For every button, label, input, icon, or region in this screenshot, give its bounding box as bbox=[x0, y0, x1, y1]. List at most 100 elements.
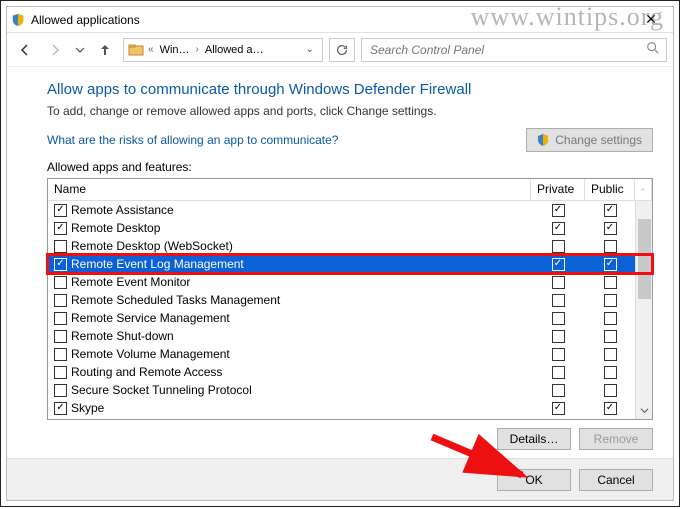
allowed-apps-list: Name Private Public Remote Assistance Rem… bbox=[47, 178, 653, 420]
list-item[interactable]: Secure Socket Tunneling Protocol bbox=[48, 381, 652, 399]
list-item[interactable]: Remote Shut-down bbox=[48, 327, 652, 345]
enable-checkbox[interactable] bbox=[54, 384, 67, 397]
public-checkbox[interactable] bbox=[604, 384, 617, 397]
list-label: Allowed apps and features: bbox=[47, 160, 653, 174]
content-area: Allow apps to communicate through Window… bbox=[7, 67, 673, 450]
scroll-down-arrow[interactable] bbox=[636, 402, 653, 419]
forward-button[interactable] bbox=[43, 38, 67, 62]
list-item[interactable]: Remote Event Log Management bbox=[48, 255, 652, 273]
public-checkbox[interactable] bbox=[604, 276, 617, 289]
titlebar: Allowed applications ✕ bbox=[7, 7, 673, 33]
up-button[interactable] bbox=[93, 38, 117, 62]
private-checkbox[interactable] bbox=[552, 276, 565, 289]
change-settings-button[interactable]: Change settings bbox=[526, 128, 653, 152]
enable-checkbox[interactable] bbox=[54, 348, 67, 361]
address-dropdown[interactable]: ⌄ bbox=[302, 44, 318, 55]
address-bar[interactable]: « Win… › Allowed a… ⌄ bbox=[123, 38, 323, 62]
public-checkbox[interactable] bbox=[604, 204, 617, 217]
scroll-up-arrow[interactable] bbox=[635, 179, 652, 200]
enable-checkbox[interactable] bbox=[54, 240, 67, 253]
app-name: Remote Volume Management bbox=[71, 347, 230, 361]
public-checkbox[interactable] bbox=[604, 330, 617, 343]
list-item[interactable]: Remote Volume Management bbox=[48, 345, 652, 363]
page-heading: Allow apps to communicate through Window… bbox=[47, 81, 653, 98]
window-allowed-applications: Allowed applications ✕ « Win… › Allowed … bbox=[6, 6, 674, 501]
app-name: Remote Desktop bbox=[71, 221, 160, 235]
public-checkbox[interactable] bbox=[604, 312, 617, 325]
shield-icon bbox=[537, 134, 549, 146]
enable-checkbox[interactable] bbox=[54, 312, 67, 325]
chevron-right-icon: › bbox=[196, 44, 199, 55]
app-name: Secure Socket Tunneling Protocol bbox=[71, 383, 252, 397]
private-checkbox[interactable] bbox=[552, 366, 565, 379]
public-checkbox[interactable] bbox=[604, 348, 617, 361]
column-public[interactable]: Public bbox=[585, 179, 635, 200]
private-checkbox[interactable] bbox=[552, 204, 565, 217]
enable-checkbox[interactable] bbox=[54, 204, 67, 217]
scrollbar-thumb[interactable] bbox=[638, 219, 651, 299]
breadcrumb-level1[interactable]: Win… bbox=[158, 44, 192, 56]
private-checkbox[interactable] bbox=[552, 222, 565, 235]
app-name: Skype bbox=[71, 401, 104, 415]
private-checkbox[interactable] bbox=[552, 312, 565, 325]
enable-checkbox[interactable] bbox=[54, 366, 67, 379]
list-header: Name Private Public bbox=[48, 179, 652, 201]
column-name[interactable]: Name bbox=[48, 179, 531, 200]
column-private[interactable]: Private bbox=[531, 179, 585, 200]
recent-locations-dropdown[interactable] bbox=[73, 38, 87, 62]
search-icon[interactable] bbox=[646, 41, 660, 58]
list-item[interactable]: Remote Service Management bbox=[48, 309, 652, 327]
list-item[interactable]: Remote Desktop (WebSocket) bbox=[48, 237, 652, 255]
list-item[interactable]: Routing and Remote Access bbox=[48, 363, 652, 381]
enable-checkbox[interactable] bbox=[54, 276, 67, 289]
shield-icon bbox=[11, 13, 25, 27]
search-input[interactable] bbox=[368, 42, 646, 58]
cancel-button[interactable]: Cancel bbox=[579, 469, 653, 491]
change-settings-label: Change settings bbox=[555, 133, 642, 147]
list-item[interactable]: Skype bbox=[48, 399, 652, 417]
public-checkbox[interactable] bbox=[604, 402, 617, 415]
app-name: Remote Assistance bbox=[71, 203, 174, 217]
app-name: Remote Event Log Management bbox=[71, 257, 244, 271]
enable-checkbox[interactable] bbox=[54, 294, 67, 307]
remove-button[interactable]: Remove bbox=[579, 428, 653, 450]
page-subtext: To add, change or remove allowed apps an… bbox=[47, 104, 653, 118]
private-checkbox[interactable] bbox=[552, 258, 565, 271]
private-checkbox[interactable] bbox=[552, 384, 565, 397]
app-name: Remote Desktop (WebSocket) bbox=[71, 239, 233, 253]
navigation-bar: « Win… › Allowed a… ⌄ bbox=[7, 33, 673, 67]
private-checkbox[interactable] bbox=[552, 294, 565, 307]
close-button[interactable]: ✕ bbox=[633, 11, 669, 28]
app-name: Remote Service Management bbox=[71, 311, 230, 325]
public-checkbox[interactable] bbox=[604, 294, 617, 307]
breadcrumb-level2[interactable]: Allowed a… bbox=[203, 44, 266, 56]
private-checkbox[interactable] bbox=[552, 240, 565, 253]
list-item[interactable]: Remote Event Monitor bbox=[48, 273, 652, 291]
app-name: Remote Event Monitor bbox=[71, 275, 190, 289]
app-name: Routing and Remote Access bbox=[71, 365, 222, 379]
private-checkbox[interactable] bbox=[552, 402, 565, 415]
list-item[interactable]: Remote Scheduled Tasks Management bbox=[48, 291, 652, 309]
public-checkbox[interactable] bbox=[604, 366, 617, 379]
private-checkbox[interactable] bbox=[552, 348, 565, 361]
chevron-left-icon: « bbox=[148, 44, 154, 55]
back-button[interactable] bbox=[13, 38, 37, 62]
scrollbar[interactable] bbox=[635, 201, 652, 419]
enable-checkbox[interactable] bbox=[54, 258, 67, 271]
enable-checkbox[interactable] bbox=[54, 402, 67, 415]
app-name: Remote Scheduled Tasks Management bbox=[71, 293, 280, 307]
firewall-folder-icon bbox=[128, 42, 144, 58]
list-item[interactable]: Remote Desktop bbox=[48, 219, 652, 237]
ok-button[interactable]: OK bbox=[497, 469, 571, 491]
risk-link[interactable]: What are the risks of allowing an app to… bbox=[47, 133, 338, 147]
refresh-button[interactable] bbox=[329, 38, 355, 62]
enable-checkbox[interactable] bbox=[54, 330, 67, 343]
public-checkbox[interactable] bbox=[604, 240, 617, 253]
public-checkbox[interactable] bbox=[604, 222, 617, 235]
details-button[interactable]: Details… bbox=[497, 428, 571, 450]
list-item[interactable]: Remote Assistance bbox=[48, 201, 652, 219]
enable-checkbox[interactable] bbox=[54, 222, 67, 235]
search-box[interactable] bbox=[361, 38, 667, 62]
public-checkbox[interactable] bbox=[604, 258, 617, 271]
private-checkbox[interactable] bbox=[552, 330, 565, 343]
